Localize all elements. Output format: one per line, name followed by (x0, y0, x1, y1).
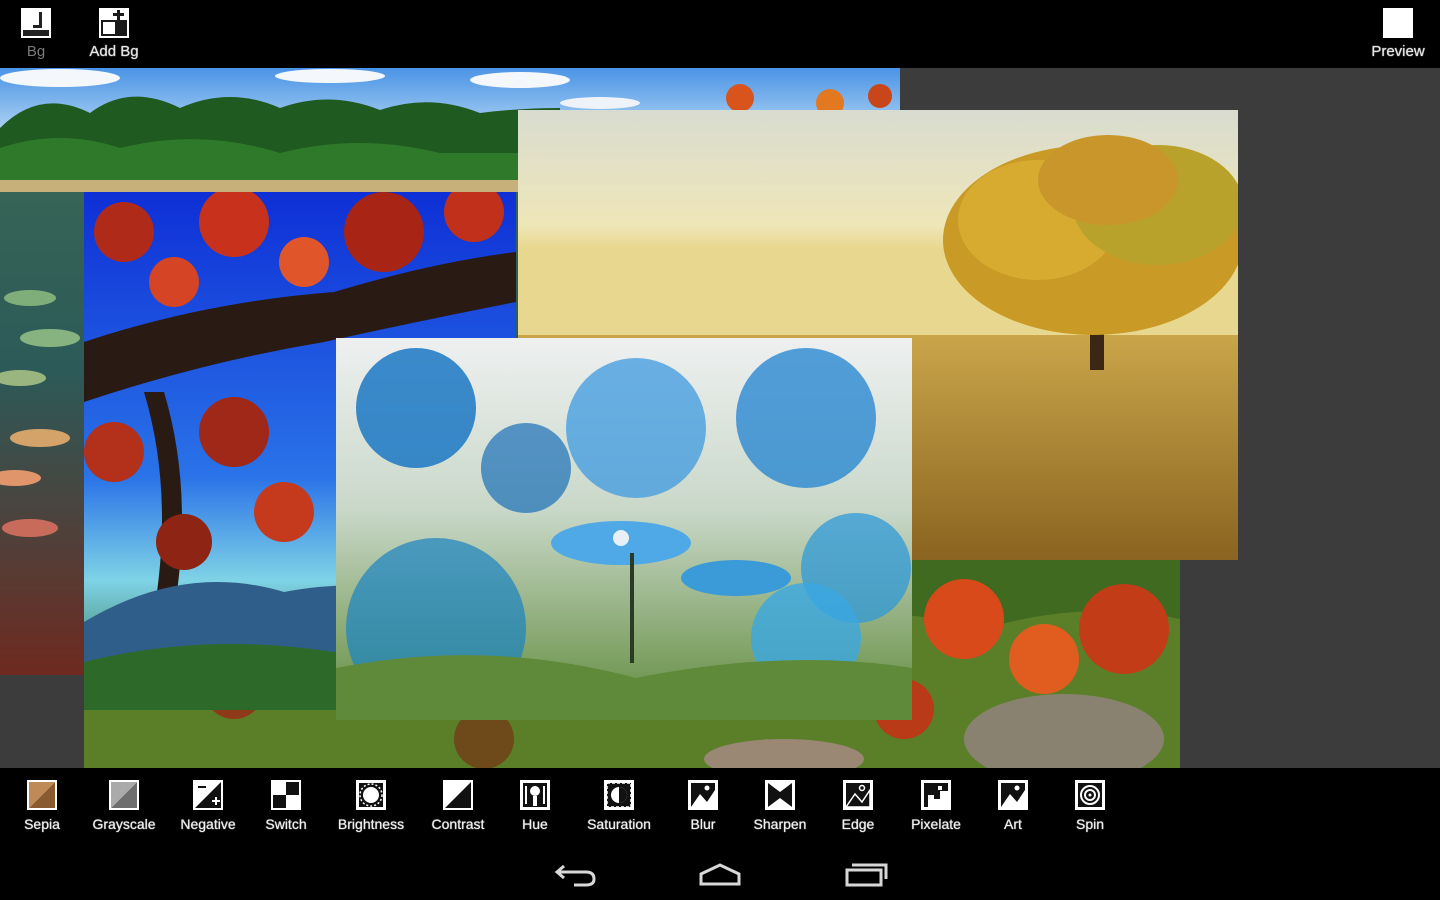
hue-icon (520, 780, 550, 810)
filter-label: Negative (180, 816, 236, 832)
filter-pixelate-button[interactable]: Pixelate (904, 778, 968, 838)
art-icon (998, 780, 1028, 810)
grayscale-icon (109, 780, 139, 810)
filter-label: Contrast (431, 816, 485, 832)
home-icon (699, 863, 741, 886)
filter-label: Brightness (337, 816, 405, 832)
filter-spin-button[interactable]: Spin (1068, 778, 1112, 838)
contrast-icon (443, 780, 473, 810)
top-action-bar: Bg Add Bg Preview (0, 0, 1440, 68)
filter-negative-button[interactable]: Negative (172, 778, 244, 838)
back-button[interactable] (536, 854, 616, 894)
preview-label: Preview (1371, 43, 1425, 60)
brightness-icon (356, 780, 386, 810)
filter-label: Hue (522, 816, 548, 832)
switch-icon (271, 780, 301, 810)
filter-grayscale-button[interactable]: Grayscale (86, 778, 162, 838)
home-button[interactable] (680, 854, 760, 894)
bg-label: Bg (26, 43, 46, 60)
filter-label: Pixelate (911, 816, 961, 832)
filter-sharpen-button[interactable]: Sharpen (748, 778, 812, 838)
filter-sepia-button[interactable]: Sepia (16, 778, 68, 838)
filter-label: Sepia (24, 816, 60, 832)
add-bg-label: Add Bg (89, 43, 139, 60)
preview-button[interactable]: Preview (1358, 4, 1438, 64)
sepia-icon (27, 780, 57, 810)
filter-label: Switch (265, 816, 307, 832)
blur-icon (688, 780, 718, 810)
filter-label: Blur (690, 816, 716, 832)
filter-label: Grayscale (92, 816, 156, 832)
spin-icon (1075, 780, 1105, 810)
filter-saturation-button[interactable]: Saturation (580, 778, 658, 838)
recent-apps-icon (845, 863, 888, 887)
filter-label: Saturation (587, 816, 651, 832)
saturation-icon (604, 780, 634, 810)
edge-icon (843, 780, 873, 810)
back-icon (554, 864, 596, 887)
filter-hue-button[interactable]: Hue (512, 778, 558, 838)
filter-toolbar: Sepia Grayscale Negative Switch Brightness Co… (0, 768, 1440, 846)
pixelate-icon (921, 780, 951, 810)
collage-canvas[interactable] (0, 68, 1440, 768)
recent-apps-button[interactable] (826, 854, 906, 894)
filter-brightness-button[interactable]: Brightness (330, 778, 412, 838)
filter-blur-button[interactable]: Blur (680, 778, 726, 838)
filter-label: Sharpen (753, 816, 807, 832)
bg-icon (21, 8, 51, 38)
filter-label: Spin (1075, 816, 1105, 832)
system-navigation-bar (0, 846, 1440, 900)
preview-icon (1383, 8, 1413, 38)
filter-contrast-button[interactable]: Contrast (424, 778, 492, 838)
blue-daisies-photo[interactable] (336, 338, 912, 720)
sharpen-icon (765, 780, 795, 810)
filter-art-button[interactable]: Art (990, 778, 1036, 838)
filter-switch-button[interactable]: Switch (256, 778, 316, 838)
filter-label: Edge (841, 816, 875, 832)
negative-icon (193, 780, 223, 810)
add-bg-button[interactable]: Add Bg (74, 4, 154, 64)
bg-button[interactable]: Bg (0, 4, 76, 64)
filter-label: Art (1004, 816, 1022, 832)
add-bg-icon (99, 8, 129, 38)
filter-edge-button[interactable]: Edge (834, 778, 882, 838)
